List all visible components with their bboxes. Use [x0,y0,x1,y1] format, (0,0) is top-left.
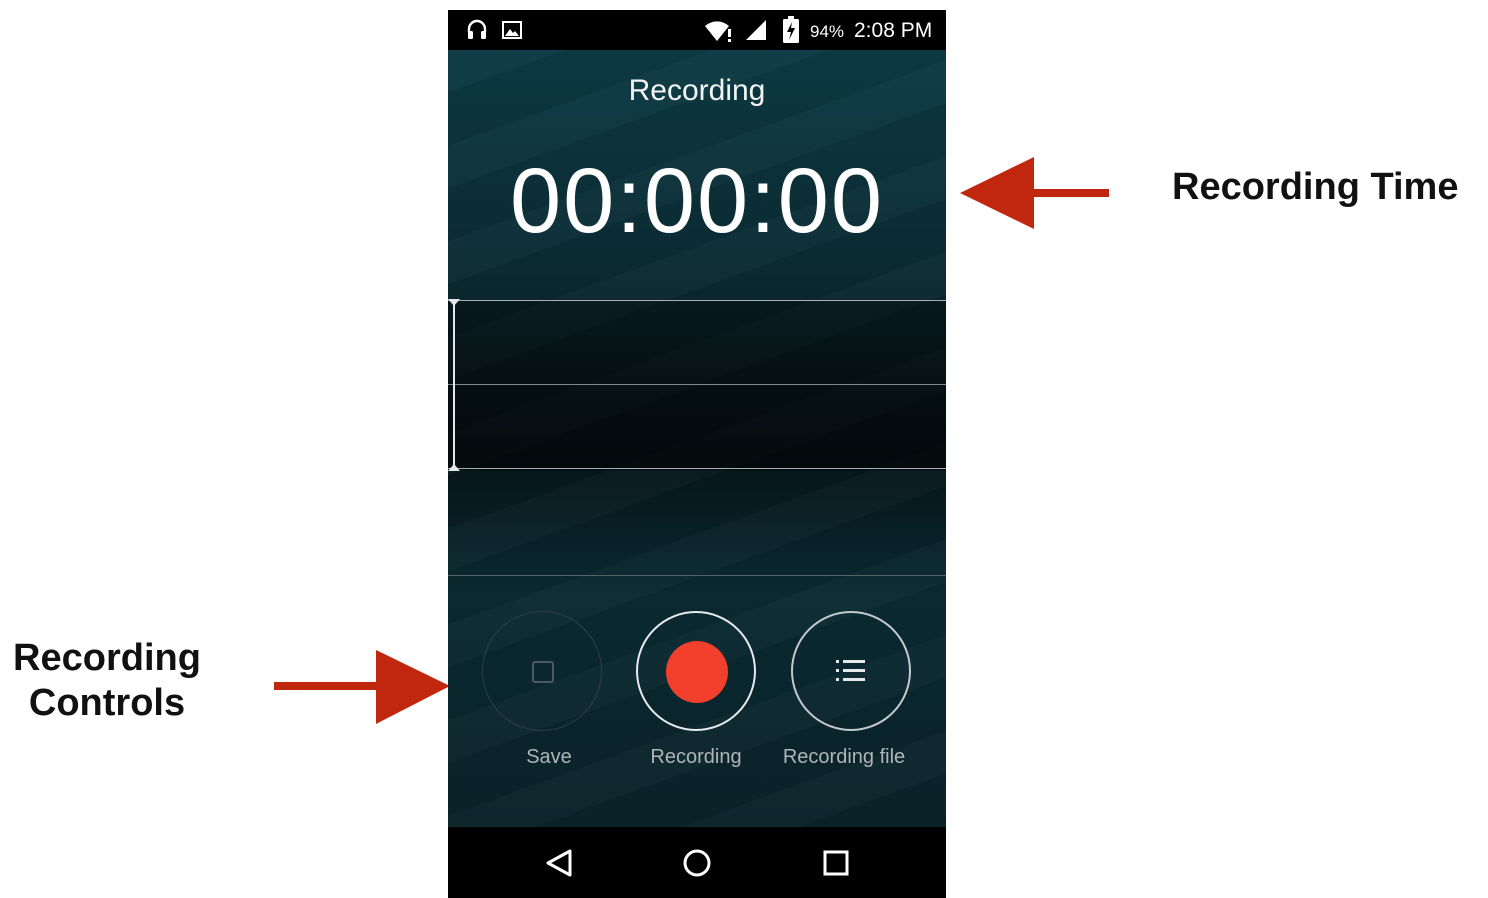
record-dot-icon [666,641,728,703]
annotation-recording-time: Recording Time [1172,166,1459,208]
status-time: 2:08 PM [854,19,933,42]
recents-icon[interactable] [818,845,854,881]
recording-file-label: Recording file [782,746,906,768]
controls-divider [448,575,946,576]
recording-file-button[interactable] [791,611,911,731]
waveform-area[interactable] [448,299,946,471]
home-icon[interactable] [679,845,715,881]
record-button[interactable] [636,611,756,731]
battery-percentage: 94% [810,22,845,41]
navigation-bar [448,827,946,898]
playhead-top-marker-icon [448,299,460,306]
image-icon [502,21,522,39]
arrow-right-icon [274,650,450,724]
annotation-recording-controls: Recording Controls [0,636,214,726]
waveform-top-line [448,300,946,301]
signal-icon [746,20,766,40]
annotation-line-2: Controls [28,682,186,724]
recorder-screen: Recording 00:00:00 Save Recording Record… [448,50,946,827]
list-icon [836,660,865,681]
recording-timer: 00:00:00 [509,150,885,252]
save-button[interactable] [482,611,602,731]
arrow-left-icon [960,157,1109,229]
page-title: Recording [628,74,766,107]
playhead-bottom-marker-icon [448,464,460,471]
status-bar: 94% 2:08 PM [448,10,946,50]
battery-charging-icon [783,16,799,43]
annotation-line-1: Recording [13,637,201,679]
stop-square-icon [532,661,554,683]
back-icon[interactable] [542,845,578,881]
playhead-cursor[interactable] [448,299,460,471]
headset-icon [467,19,487,39]
phone-screen: 94% 2:08 PM Recording 00:00:00 Save Reco… [448,10,946,898]
waveform-bottom-line [448,468,946,469]
wifi-icon [705,21,731,42]
waveform-center-line [448,384,946,385]
